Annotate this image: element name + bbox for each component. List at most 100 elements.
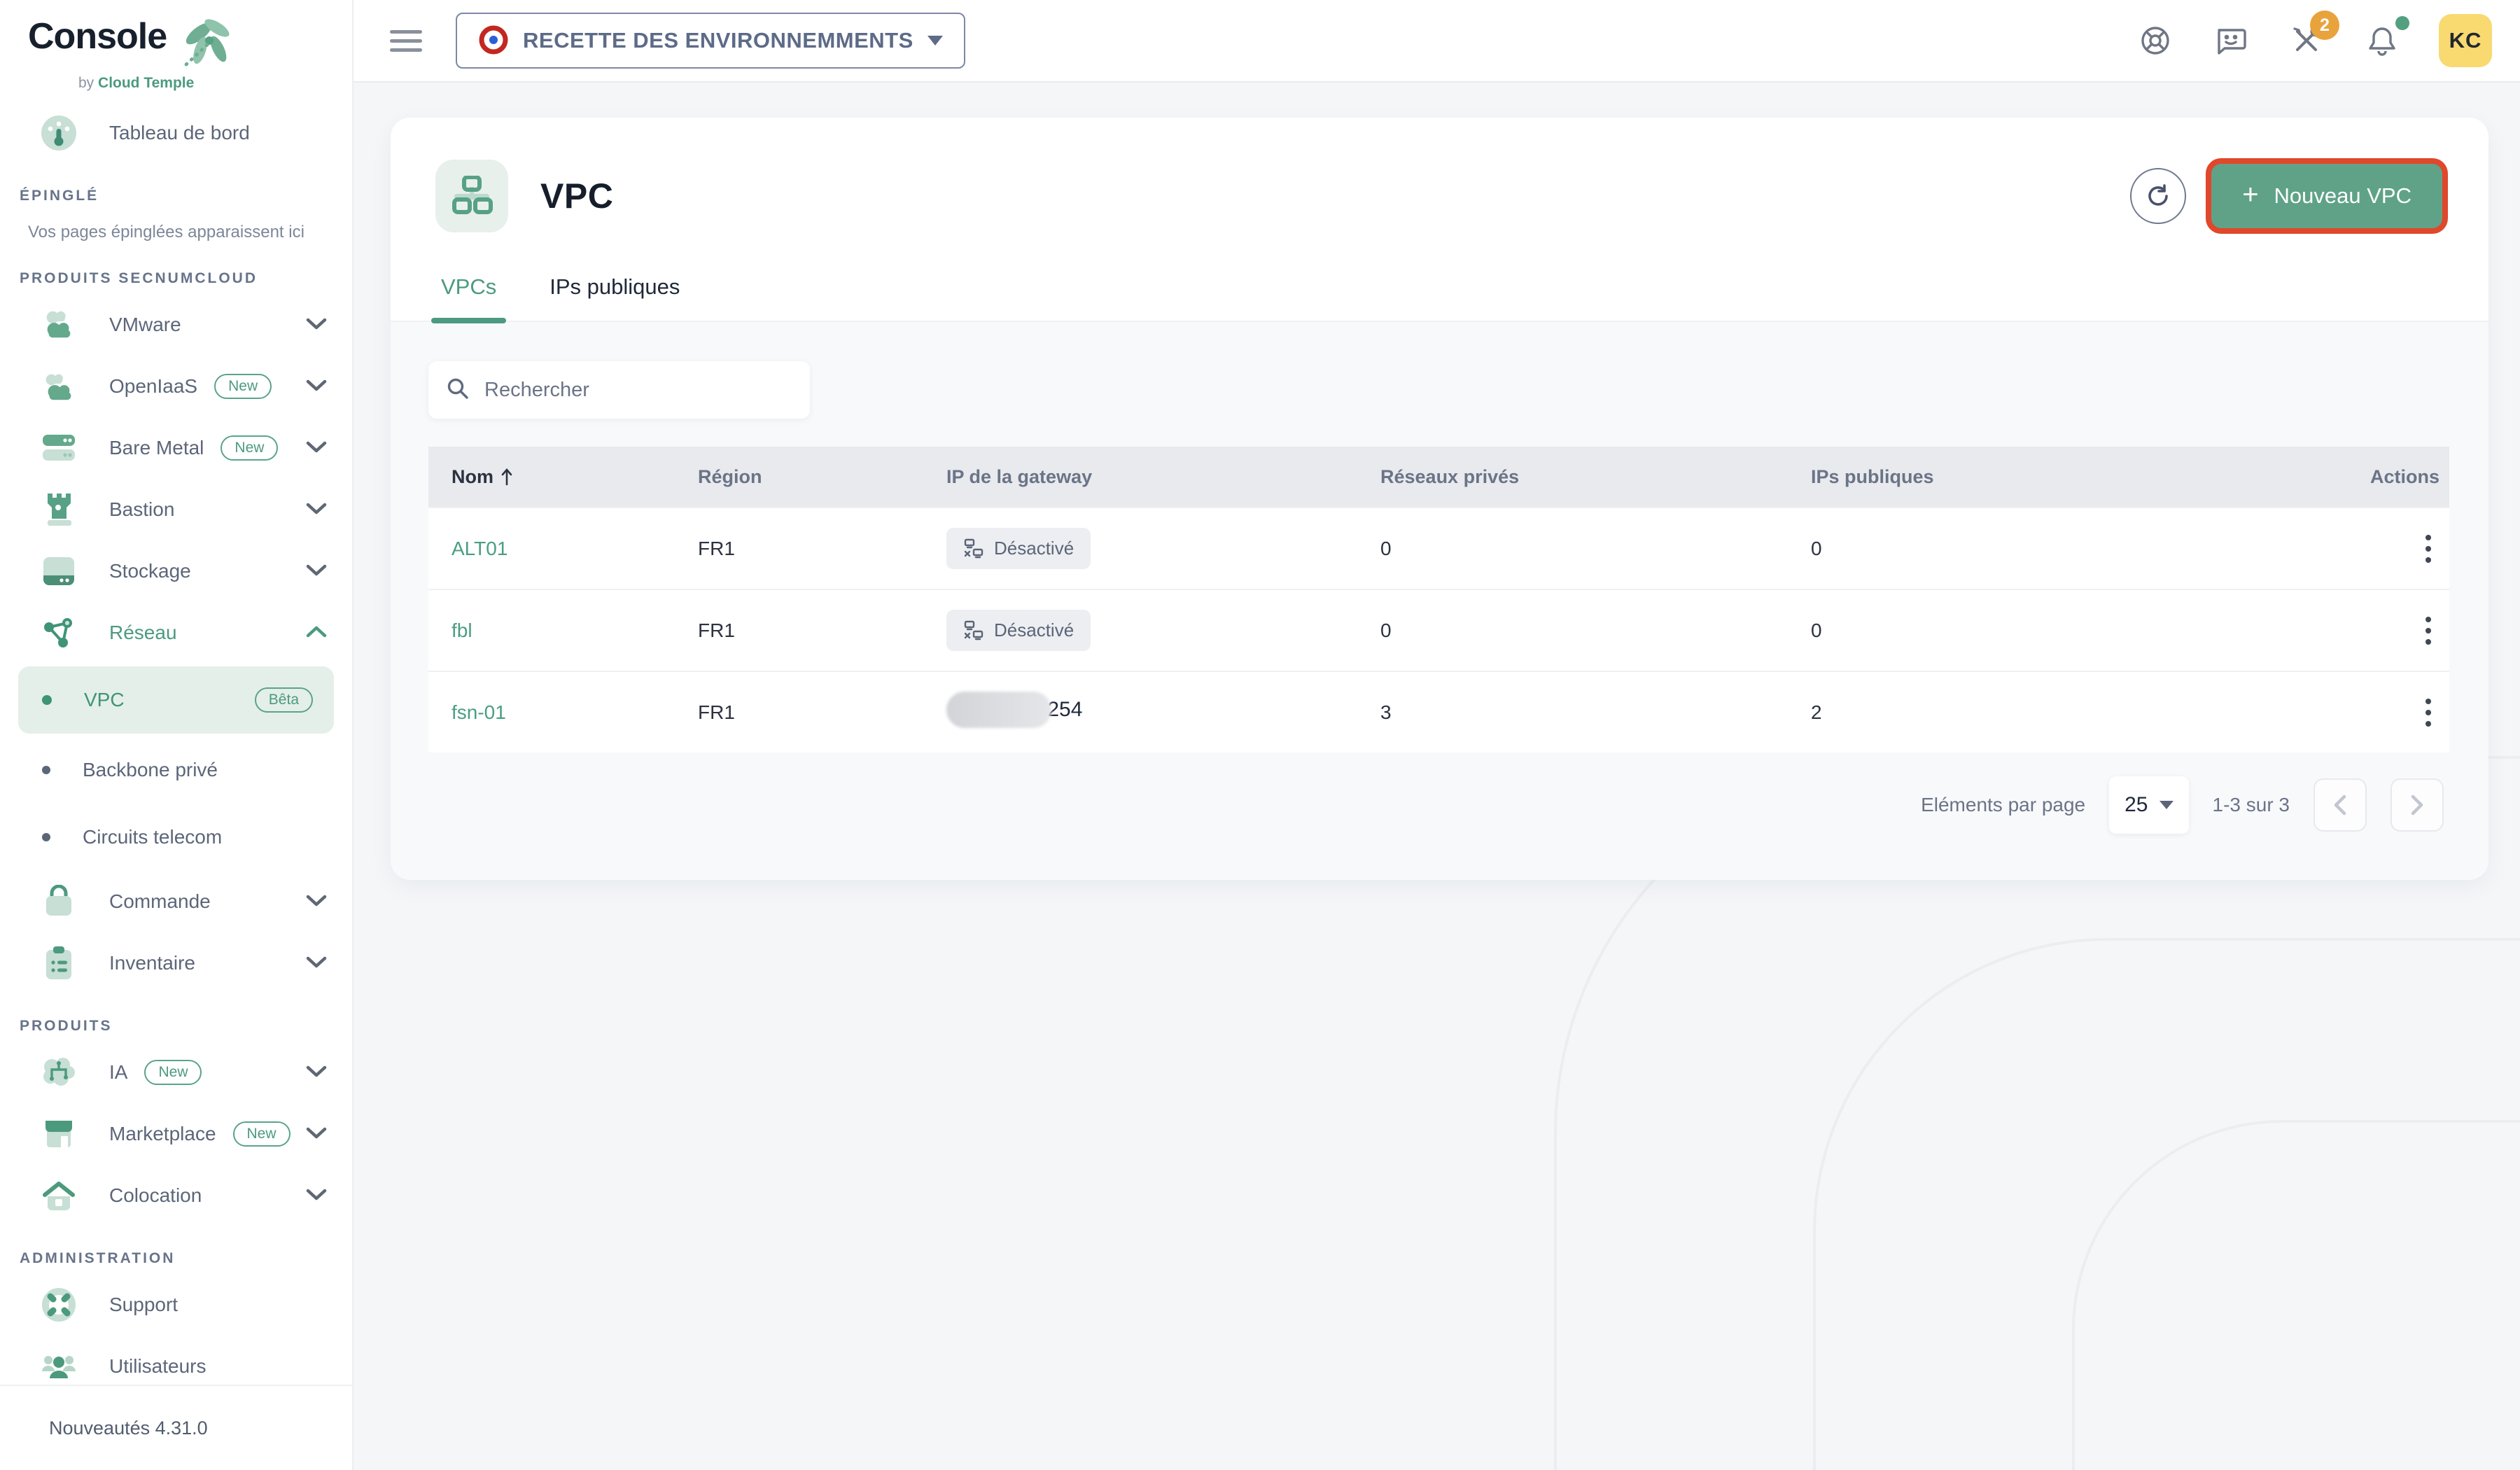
brand-name: Console (28, 18, 167, 55)
sidebar-nav: Tableau de bord ÉPINGLÉ Vos pages épingl… (0, 83, 352, 1385)
public-ips-cell: 0 (1811, 620, 2365, 642)
refresh-button[interactable] (2130, 168, 2186, 224)
sidebar-item-colocation[interactable]: Colocation (0, 1165, 352, 1226)
chevron-down-icon (306, 1065, 327, 1081)
tab-bar: VPCs IPs publiques (391, 251, 2488, 322)
actions-cell (2365, 535, 2449, 563)
sidebar-item-openiaas[interactable]: OpenIaaS New (0, 356, 352, 417)
per-page-select[interactable]: 25 (2109, 776, 2188, 834)
tab-ips-publiques[interactable]: IPs publiques (542, 262, 687, 321)
sidebar-item-bare-metal[interactable]: Bare Metal New (0, 417, 352, 479)
sidebar-item-circuits-telecom[interactable]: Circuits telecom (0, 804, 352, 871)
column-header-actions: Actions (2365, 466, 2449, 488)
sidebar-item-label: Colocation (109, 1184, 202, 1207)
help-button[interactable] (2136, 22, 2174, 59)
gateway-cell: Désactivé (946, 528, 1380, 569)
pinned-section-label: ÉPINGLÉ (0, 188, 352, 204)
column-header-gateway[interactable]: IP de la gateway (946, 466, 1380, 488)
sidebar-item-ia[interactable]: IA New (0, 1042, 352, 1103)
sidebar-item-vpc[interactable]: VPC Bêta (18, 666, 334, 734)
main-area: RECETTE DES ENVIRONNEMMENTS (354, 0, 2520, 1470)
private-networks-cell: 0 (1380, 538, 1811, 560)
row-actions-menu-button[interactable] (2426, 699, 2431, 727)
sidebar: Console by Clo (0, 0, 354, 1470)
redaction-blur (946, 692, 1051, 728)
brain-icon (41, 1054, 77, 1091)
previous-page-button[interactable] (2314, 778, 2367, 832)
sidebar-item-vmware[interactable]: VMware (0, 294, 352, 356)
sidebar-item-utilisateurs[interactable]: Utilisateurs (0, 1336, 352, 1385)
column-header-private-networks[interactable]: Réseaux privés (1380, 466, 1811, 488)
dragonfly-icon (171, 18, 235, 74)
bullet-icon (42, 766, 50, 774)
gateway-disabled-badge: Désactivé (946, 528, 1091, 569)
tower-icon (41, 491, 77, 528)
table-row: fbl FR1 Désactivé (428, 589, 2449, 671)
house-icon (41, 1177, 77, 1214)
pagination-range: 1-3 sur 3 (2213, 794, 2290, 816)
vpc-name-link[interactable]: fbl (451, 620, 472, 641)
notifications-button[interactable] (2363, 22, 2401, 59)
sidebar-item-stockage[interactable]: Stockage (0, 540, 352, 602)
sidebar-item-label: Inventaire (109, 952, 195, 974)
vpc-name-link[interactable]: fsn-01 (451, 701, 506, 723)
sidebar-item-marketplace[interactable]: Marketplace New (0, 1103, 352, 1165)
roundel-icon (478, 24, 509, 57)
sidebar-item-backbone-prive[interactable]: Backbone privé (0, 736, 352, 804)
sidebar-item-label: Circuits telecom (83, 826, 222, 848)
shopping-bag-icon (41, 883, 77, 920)
row-actions-menu-button[interactable] (2426, 617, 2431, 645)
row-actions-menu-button[interactable] (2426, 535, 2431, 563)
vpc-name-cell: fsn-01 (428, 701, 698, 724)
environment-selector-label: RECETTE DES ENVIRONNEMMENTS (523, 28, 913, 53)
sidebar-item-reseau[interactable]: Réseau (0, 602, 352, 664)
search-input[interactable] (484, 379, 793, 402)
feedback-button[interactable] (2212, 22, 2250, 59)
whats-new-link[interactable]: Nouveautés 4.31.0 (0, 1385, 352, 1470)
sidebar-item-label: Stockage (109, 560, 191, 582)
sidebar-item-bastion[interactable]: Bastion (0, 479, 352, 540)
region-cell: FR1 (698, 620, 946, 642)
network-off-icon (963, 538, 984, 559)
administration-section-label: ADMINISTRATION (0, 1250, 352, 1267)
search-box[interactable] (428, 361, 810, 419)
server-icon (41, 430, 77, 466)
menu-toggle-button[interactable] (390, 30, 422, 52)
brand-logo[interactable]: Console by Clo (0, 0, 352, 83)
environment-selector[interactable]: RECETTE DES ENVIRONNEMMENTS (456, 13, 965, 69)
new-badge: New (220, 435, 278, 461)
sidebar-item-label: VMware (109, 314, 181, 336)
gateway-cell: .254 (946, 692, 1380, 733)
produits-section-label: PRODUITS (0, 1018, 352, 1035)
private-networks-cell: 0 (1380, 620, 1811, 642)
table-header-row: Nom Région IP de la gateway Réseaux priv… (428, 447, 2449, 507)
sidebar-item-dashboard[interactable]: Tableau de bord (0, 102, 352, 164)
page-content: VPC + Nouveau VPC (354, 83, 2520, 1470)
new-vpc-button[interactable]: + Nouveau VPC (2211, 164, 2442, 228)
beta-badge: Bêta (255, 687, 313, 713)
column-header-public-ips[interactable]: IPs publiques (1811, 466, 2365, 488)
sidebar-item-inventaire[interactable]: Inventaire (0, 932, 352, 994)
per-page-value: 25 (2124, 793, 2148, 817)
sidebar-item-label: OpenIaaS (109, 375, 197, 398)
chevron-down-icon (306, 955, 327, 972)
sidebar-item-support[interactable]: Support (0, 1274, 352, 1336)
app-root: Console by Clo (0, 0, 2520, 1470)
gateway-cell: Désactivé (946, 610, 1380, 651)
sidebar-item-commande[interactable]: Commande (0, 871, 352, 932)
gateway-ip-redacted: .254 (946, 692, 1082, 728)
sidebar-item-label: Bastion (109, 498, 174, 521)
vpc-name-link[interactable]: ALT01 (451, 538, 507, 559)
column-header-region[interactable]: Région (698, 466, 946, 488)
tab-vpcs[interactable]: VPCs (434, 262, 503, 321)
cloud-icon (41, 368, 77, 405)
column-header-nom[interactable]: Nom (428, 466, 698, 488)
next-page-button[interactable] (2390, 778, 2444, 832)
chevron-down-icon (306, 564, 327, 580)
bullet-icon (42, 833, 50, 841)
tools-button[interactable]: 2 (2288, 22, 2325, 59)
user-avatar[interactable]: KC (2439, 14, 2492, 67)
new-badge: New (214, 374, 272, 399)
new-badge: New (233, 1121, 290, 1147)
vpc-page-icon (435, 160, 508, 232)
